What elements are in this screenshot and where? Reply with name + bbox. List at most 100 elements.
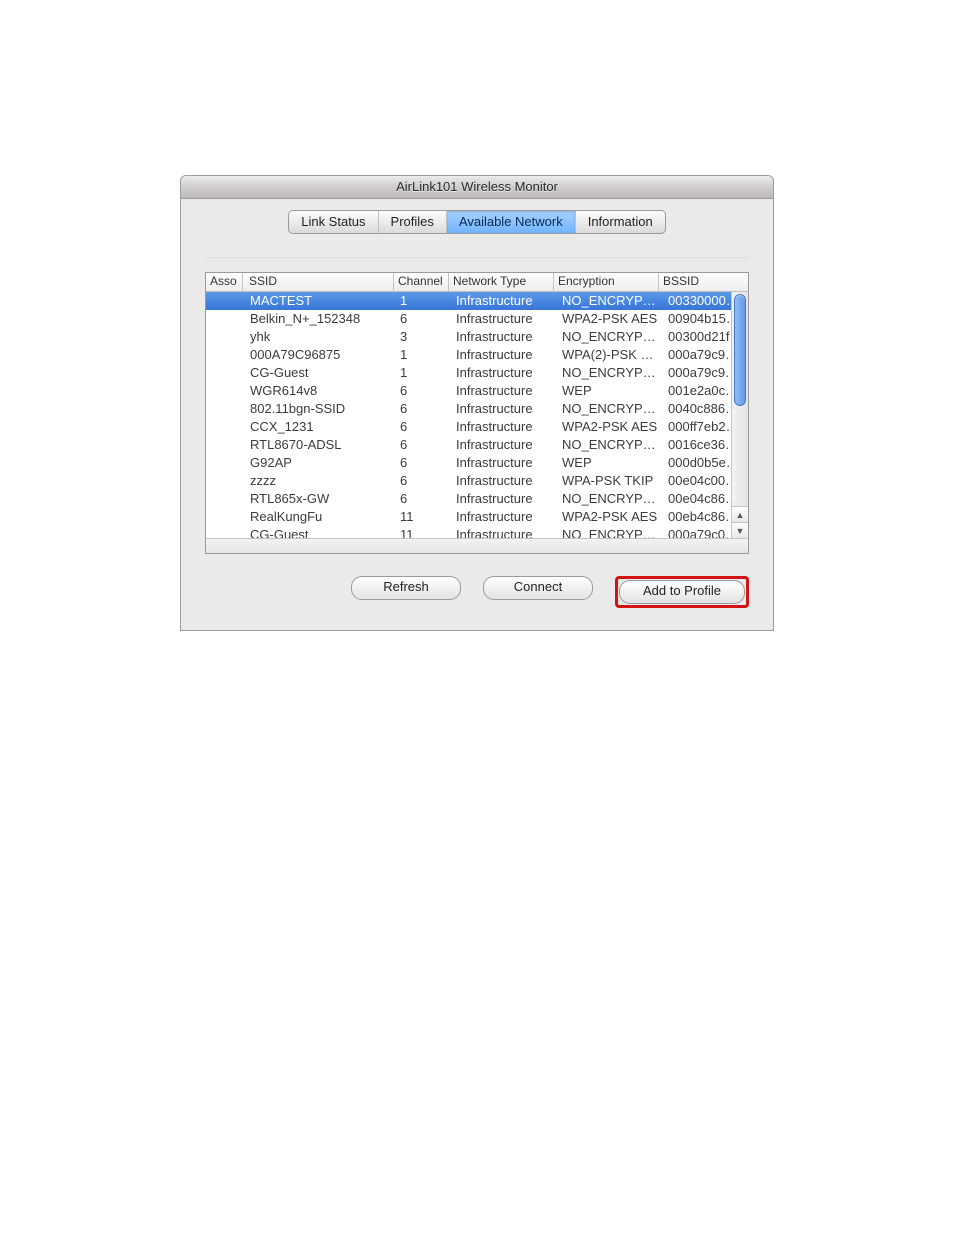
tab-group: Link Status Profiles Available Network I… xyxy=(288,210,666,234)
scrollbar-thumb[interactable] xyxy=(734,294,746,406)
cell-ssid: CG-Guest xyxy=(244,526,394,538)
cell-enc: WPA2-PSK AES xyxy=(556,418,662,436)
col-header-ntype[interactable]: Network Type xyxy=(449,273,554,291)
table-body: MACTEST1InfrastructureNO_ENCRYP…00330000… xyxy=(206,292,748,538)
table-row[interactable]: Belkin_N+_1523486InfrastructureWPA2-PSK … xyxy=(206,310,748,328)
cell-asso xyxy=(206,328,244,346)
button-row: Refresh Connect Add to Profile xyxy=(205,576,749,612)
table-row[interactable]: CCX_12316InfrastructureWPA2-PSK AES000ff… xyxy=(206,418,748,436)
cell-ssid: CG-Guest xyxy=(244,364,394,382)
cell-ssid: G92AP xyxy=(244,454,394,472)
tab-profiles[interactable]: Profiles xyxy=(379,211,447,233)
cell-ssid: 000A79C96875 xyxy=(244,346,394,364)
cell-channel: 6 xyxy=(394,382,450,400)
cell-ntype: Infrastructure xyxy=(450,292,556,310)
cell-enc: WPA2-PSK AES xyxy=(556,310,662,328)
cell-ssid: CCX_1231 xyxy=(244,418,394,436)
cell-ssid: zzzz xyxy=(244,472,394,490)
cell-channel: 11 xyxy=(394,508,450,526)
cell-ssid: yhk xyxy=(244,328,394,346)
scroll-down-arrow[interactable]: ▼ xyxy=(732,522,748,538)
table-header: Asso SSID Channel Network Type Encryptio… xyxy=(206,273,748,292)
cell-channel: 6 xyxy=(394,400,450,418)
cell-enc: NO_ENCRYP… xyxy=(556,292,662,310)
cell-ssid: RTL8670-ADSL xyxy=(244,436,394,454)
table-row[interactable]: CG-Guest1InfrastructureNO_ENCRYP…000a79c… xyxy=(206,364,748,382)
cell-enc: NO_ENCRYP… xyxy=(556,526,662,538)
tabs: Link Status Profiles Available Network I… xyxy=(181,209,773,235)
table-row[interactable]: MACTEST1InfrastructureNO_ENCRYP…00330000… xyxy=(206,292,748,310)
horizontal-scrollbar[interactable] xyxy=(206,538,748,553)
cell-asso xyxy=(206,472,244,490)
scrollbar-track[interactable] xyxy=(732,292,748,506)
cell-ntype: Infrastructure xyxy=(450,418,556,436)
cell-ntype: Infrastructure xyxy=(450,454,556,472)
cell-channel: 11 xyxy=(394,526,450,538)
cell-ntype: Infrastructure xyxy=(450,382,556,400)
cell-channel: 6 xyxy=(394,490,450,508)
cell-asso xyxy=(206,454,244,472)
table-row[interactable]: G92AP6InfrastructureWEP000d0b5ee… xyxy=(206,454,748,472)
cell-ntype: Infrastructure xyxy=(450,436,556,454)
cell-channel: 3 xyxy=(394,328,450,346)
table-row[interactable]: CG-Guest11InfrastructureNO_ENCRYP…000a79… xyxy=(206,526,748,538)
cell-enc: NO_ENCRYP… xyxy=(556,436,662,454)
cell-enc: NO_ENCRYP… xyxy=(556,400,662,418)
content-panel: Asso SSID Channel Network Type Encryptio… xyxy=(205,257,749,612)
cell-ntype: Infrastructure xyxy=(450,310,556,328)
table-row[interactable]: RealKungFu11InfrastructureWPA2-PSK AES00… xyxy=(206,508,748,526)
cell-asso xyxy=(206,490,244,508)
table-row[interactable]: 000A79C968751InfrastructureWPA(2)-PSK …0… xyxy=(206,346,748,364)
networks-table: Asso SSID Channel Network Type Encryptio… xyxy=(205,272,749,554)
cell-channel: 6 xyxy=(394,454,450,472)
col-header-asso[interactable]: Asso xyxy=(206,273,243,291)
cell-channel: 1 xyxy=(394,364,450,382)
cell-channel: 6 xyxy=(394,472,450,490)
cell-enc: WPA2-PSK AES xyxy=(556,508,662,526)
cell-ssid: RTL865x-GW xyxy=(244,490,394,508)
tab-available-network[interactable]: Available Network xyxy=(447,211,576,233)
tab-link-status[interactable]: Link Status xyxy=(289,211,378,233)
col-header-bssid[interactable]: BSSID xyxy=(659,273,748,291)
tab-information[interactable]: Information xyxy=(576,211,665,233)
table-row[interactable]: RTL865x-GW6InfrastructureNO_ENCRYP…00e04… xyxy=(206,490,748,508)
cell-ssid: RealKungFu xyxy=(244,508,394,526)
table-row[interactable]: WGR614v86InfrastructureWEP001e2a0cb… xyxy=(206,382,748,400)
wireless-monitor-window: AirLink101 Wireless Monitor Link Status … xyxy=(180,175,774,631)
scroll-up-arrow[interactable]: ▲ xyxy=(732,506,748,522)
cell-ntype: Infrastructure xyxy=(450,490,556,508)
cell-asso xyxy=(206,436,244,454)
refresh-button[interactable]: Refresh xyxy=(351,576,461,600)
cell-enc: WEP xyxy=(556,454,662,472)
cell-asso xyxy=(206,526,244,538)
cell-ntype: Infrastructure xyxy=(450,526,556,538)
col-header-channel[interactable]: Channel xyxy=(394,273,449,291)
cell-enc: WPA(2)-PSK … xyxy=(556,346,662,364)
window-title: AirLink101 Wireless Monitor xyxy=(181,176,773,199)
cell-asso xyxy=(206,310,244,328)
cell-asso xyxy=(206,292,244,310)
cell-ssid: Belkin_N+_152348 xyxy=(244,310,394,328)
cell-ntype: Infrastructure xyxy=(450,346,556,364)
add-to-profile-button[interactable]: Add to Profile xyxy=(619,580,745,604)
cell-ssid: WGR614v8 xyxy=(244,382,394,400)
cell-ntype: Infrastructure xyxy=(450,508,556,526)
vertical-scrollbar[interactable]: ▲ ▼ xyxy=(731,292,748,538)
table-row[interactable]: RTL8670-ADSL6InfrastructureNO_ENCRYP…001… xyxy=(206,436,748,454)
table-row[interactable]: 802.11bgn-SSID6InfrastructureNO_ENCRYP…0… xyxy=(206,400,748,418)
col-header-enc[interactable]: Encryption xyxy=(554,273,659,291)
cell-ntype: Infrastructure xyxy=(450,400,556,418)
cell-ssid: 802.11bgn-SSID xyxy=(244,400,394,418)
cell-channel: 6 xyxy=(394,436,450,454)
add-to-profile-highlight: Add to Profile xyxy=(615,576,749,608)
cell-asso xyxy=(206,346,244,364)
col-header-ssid[interactable]: SSID xyxy=(243,273,394,291)
table-row[interactable]: zzzz6InfrastructureWPA-PSK TKIP00e04c000… xyxy=(206,472,748,490)
connect-button[interactable]: Connect xyxy=(483,576,593,600)
cell-ntype: Infrastructure xyxy=(450,364,556,382)
cell-enc: WEP xyxy=(556,382,662,400)
cell-asso xyxy=(206,400,244,418)
table-row[interactable]: yhk3InfrastructureNO_ENCRYP…00300d21f… xyxy=(206,328,748,346)
cell-enc: NO_ENCRYP… xyxy=(556,490,662,508)
cell-channel: 1 xyxy=(394,292,450,310)
